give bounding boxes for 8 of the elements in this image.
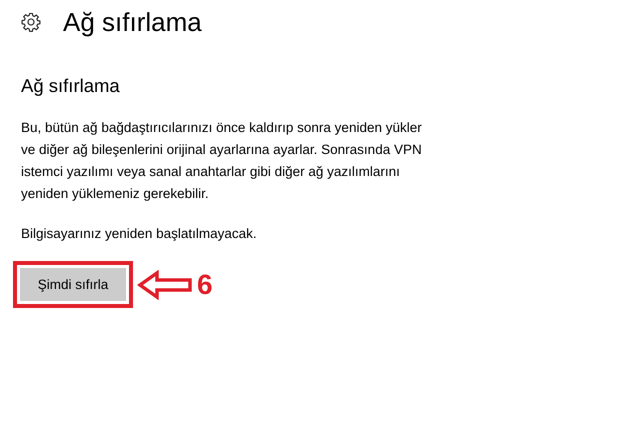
settings-icon: [21, 12, 41, 32]
step-number: 6: [197, 268, 213, 300]
description-text: Bu, bütün ağ bağdaştırıcılarınızı önce kaldırıp sonra yeniden yükler ve diğer ağ bileşenlerini orijinal ayarlarına ayarlar. Sonrasında VPN istemci yazılımı veya sanal anahtarlar gibi diğer ağ yazılımlarını yeniden yüklemeniz gerekebilir.: [21, 119, 423, 203]
section-heading: Ağ sıfırlama: [21, 75, 121, 97]
note-text: Bilgisayarınız yeniden başlatılmayacak.: [21, 225, 258, 243]
arrow-icon: [137, 270, 193, 300]
reset-now-button[interactable]: Şimdi sıfırla: [20, 268, 126, 301]
page-title: Ağ sıfırlama: [63, 6, 202, 38]
